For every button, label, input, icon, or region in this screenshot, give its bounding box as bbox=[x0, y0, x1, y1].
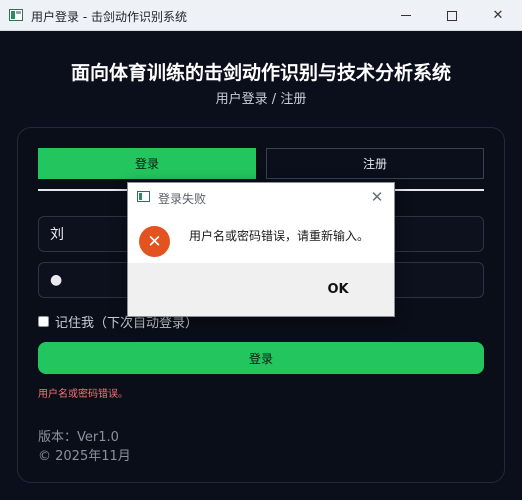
app-icon bbox=[9, 9, 23, 21]
dialog-body: ✕ 用户名或密码错误，请重新输入。 bbox=[128, 212, 394, 263]
maximize-icon bbox=[447, 10, 457, 21]
dialog-close-button[interactable]: ✕ bbox=[368, 188, 386, 206]
dialog-titlebar: 登录失败 ✕ bbox=[128, 183, 394, 212]
login-failed-dialog: 登录失败 ✕ ✕ 用户名或密码错误，请重新输入。 OK bbox=[127, 182, 395, 317]
close-window-button[interactable]: ✕ bbox=[475, 0, 521, 31]
login-button[interactable]: 登录 bbox=[38, 342, 484, 374]
app-icon bbox=[137, 191, 150, 202]
dialog-message: 用户名或密码错误，请重新输入。 bbox=[189, 229, 370, 243]
dialog-title: 登录失败 bbox=[158, 192, 207, 206]
ok-button[interactable]: OK bbox=[308, 273, 368, 305]
version-text: 版本：Ver1.0 bbox=[38, 430, 119, 445]
minimize-icon bbox=[401, 15, 411, 16]
window-titlebar: 用户登录 - 击剑动作识别系统 ✕ bbox=[0, 0, 522, 31]
close-icon: ✕ bbox=[492, 8, 504, 23]
remember-checkbox[interactable] bbox=[38, 316, 49, 327]
error-message: 用户名或密码错误。 bbox=[38, 389, 128, 400]
page-subtitle: 用户登录 / 注册 bbox=[215, 92, 307, 107]
minimize-button[interactable] bbox=[383, 0, 429, 31]
maximize-button[interactable] bbox=[429, 0, 475, 31]
tab-login[interactable]: 登录 bbox=[38, 148, 256, 179]
copyright-text: © 2025年11月 bbox=[38, 449, 131, 464]
page-title: 面向体育训练的击剑动作识别与技术分析系统 bbox=[70, 62, 451, 84]
window-title: 用户登录 - 击剑动作识别系统 bbox=[31, 10, 187, 24]
error-icon: ✕ bbox=[139, 226, 170, 257]
tab-register[interactable]: 注册 bbox=[266, 148, 484, 179]
